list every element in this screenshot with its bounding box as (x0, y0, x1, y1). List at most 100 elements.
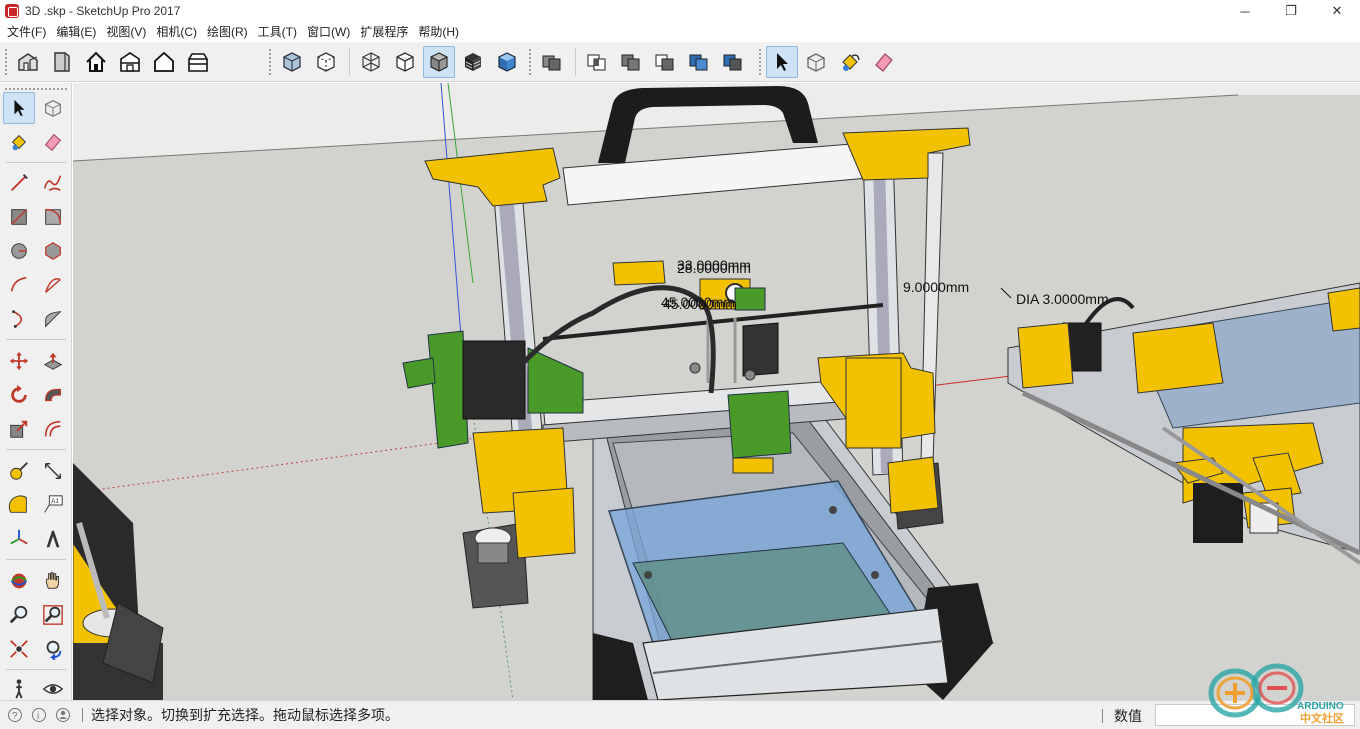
text-icon[interactable]: A1 (37, 489, 69, 521)
toolbar-separator (575, 48, 576, 76)
offset-icon[interactable] (37, 413, 69, 445)
title-bar: 3D .skp - SketchUp Pro 2017 ─ ❐ ✕ (0, 0, 1360, 22)
dimension-label: DIA 3.0000mm (1016, 291, 1109, 307)
window-controls: ─ ❐ ✕ (1222, 0, 1360, 22)
right-view-icon[interactable] (114, 46, 146, 78)
arc-icon[interactable] (3, 269, 35, 301)
sketchup-app-icon (5, 4, 19, 18)
previous-view-icon[interactable] (37, 633, 69, 665)
svg-text:A1: A1 (51, 498, 59, 505)
credits-icon[interactable]: i (30, 706, 48, 724)
xray-style-icon[interactable] (276, 46, 308, 78)
arduino-logo-watermark: ARDUINO 中文社区 (1205, 660, 1355, 725)
left-view-icon[interactable] (182, 46, 214, 78)
user-account-icon[interactable] (54, 706, 72, 724)
menu-draw[interactable]: 绘图(R) (202, 22, 253, 42)
make-component-icon[interactable] (37, 92, 69, 124)
push-pull-icon[interactable] (37, 345, 69, 377)
pan-icon[interactable] (37, 565, 69, 597)
axes-icon[interactable] (3, 523, 35, 555)
outer-shell-icon[interactable] (536, 46, 568, 78)
dimension-label: 9.0000mm (903, 279, 969, 295)
home-view-icon[interactable] (80, 46, 112, 78)
3d-text-icon[interactable] (37, 523, 69, 555)
line-icon[interactable] (3, 167, 35, 199)
rotated-rectangle-icon[interactable] (37, 201, 69, 233)
rectangle-icon[interactable] (3, 201, 35, 233)
scale-icon[interactable] (3, 413, 35, 445)
menu-window[interactable]: 窗口(W) (302, 22, 355, 42)
front-view-icon[interactable] (46, 46, 78, 78)
toolbar-grip[interactable] (4, 87, 68, 91)
menu-file[interactable]: 文件(F) (2, 22, 51, 42)
toolbar-grip[interactable] (4, 48, 8, 76)
eraser-icon[interactable] (37, 126, 69, 158)
watermark-line2: 中文社区 (1300, 711, 1344, 725)
tape-measure-icon[interactable] (3, 455, 35, 487)
menu-extensions[interactable]: 扩展程序 (355, 22, 413, 42)
pie-icon[interactable] (37, 303, 69, 335)
move-icon[interactable] (3, 345, 35, 377)
two-point-arc-icon[interactable] (37, 269, 69, 301)
paint-bucket-icon[interactable] (3, 126, 35, 158)
palette-separator (6, 339, 66, 340)
rotate-icon[interactable] (3, 379, 35, 411)
status-divider (82, 708, 83, 722)
model-viewport[interactable]: 33.0000mm 28.0000mm 45.0000mm 45.0000mm … (73, 83, 1360, 700)
select-icon[interactable] (766, 46, 798, 78)
zoom-extents-icon[interactable] (3, 633, 35, 665)
shaded-textures-style-icon[interactable] (457, 46, 489, 78)
intersect-icon[interactable] (581, 46, 613, 78)
monochrome-style-icon[interactable] (491, 46, 523, 78)
orbit-icon[interactable] (3, 565, 35, 597)
paint-bucket-icon[interactable] (834, 46, 866, 78)
restore-button[interactable]: ❐ (1268, 0, 1314, 22)
measurements-label: 数值 (1114, 708, 1142, 724)
shaded-style-icon[interactable] (423, 46, 455, 78)
toolbar-grip[interactable] (758, 48, 762, 76)
hidden-line-style-icon[interactable] (389, 46, 421, 78)
polygon-icon[interactable] (37, 235, 69, 267)
views-toolbar (4, 46, 216, 78)
wireframe-style-icon[interactable] (355, 46, 387, 78)
split-icon[interactable] (717, 46, 749, 78)
large-tool-set: A1 (0, 83, 72, 700)
x-carriage (727, 390, 792, 459)
menu-bar: 文件(F) 编辑(E) 视图(V) 相机(C) 绘图(R) 工具(T) 窗口(W… (0, 22, 1360, 42)
follow-me-icon[interactable] (37, 379, 69, 411)
iso-view-icon[interactable] (12, 46, 44, 78)
zoom-window-icon[interactable] (37, 599, 69, 631)
menu-help[interactable]: 帮助(H) (413, 22, 464, 42)
toolbar-grip[interactable] (528, 48, 532, 76)
dimension-icon[interactable] (37, 455, 69, 487)
menu-view[interactable]: 视图(V) (101, 22, 151, 42)
palette-separator (6, 559, 66, 560)
window-title: 3D .skp - SketchUp Pro 2017 (25, 4, 181, 18)
back-edges-style-icon[interactable] (310, 46, 342, 78)
union-icon[interactable] (615, 46, 647, 78)
trim-icon[interactable] (683, 46, 715, 78)
eraser-icon[interactable] (868, 46, 900, 78)
zoom-icon[interactable] (3, 599, 35, 631)
palette-separator (6, 669, 66, 670)
freehand-icon[interactable] (37, 167, 69, 199)
main-toolbar (0, 42, 1360, 82)
subtract-icon[interactable] (649, 46, 681, 78)
menu-edit[interactable]: 编辑(E) (51, 22, 101, 42)
protractor-icon[interactable] (3, 489, 35, 521)
palette-separator (6, 162, 66, 163)
close-button[interactable]: ✕ (1314, 0, 1360, 22)
geolocation-icon[interactable]: ? (6, 706, 24, 724)
minimize-button[interactable]: ─ (1222, 0, 1268, 22)
circle-icon[interactable] (3, 235, 35, 267)
toolbar-grip[interactable] (268, 48, 272, 76)
menu-tools[interactable]: 工具(T) (253, 22, 302, 42)
styles-toolbar (268, 46, 525, 78)
toolbar-separator (349, 48, 350, 76)
back-view-icon[interactable] (148, 46, 180, 78)
select-icon[interactable] (3, 92, 35, 124)
make-component-icon[interactable] (800, 46, 832, 78)
svg-text:i: i (37, 711, 39, 722)
three-point-arc-icon[interactable] (3, 303, 35, 335)
menu-camera[interactable]: 相机(C) (151, 22, 202, 42)
